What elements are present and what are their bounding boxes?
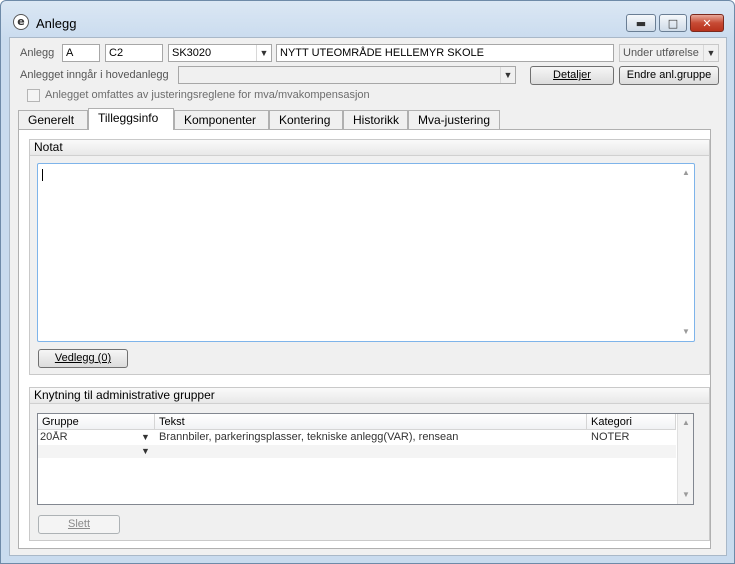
anlegg-field-a[interactable]: A [62,44,100,62]
minimize-icon: ▬ [635,17,647,30]
detaljer-button[interactable]: Detaljer [530,66,614,85]
chevron-down-icon[interactable]: ▼ [703,45,718,61]
slett-button-label: Slett [67,518,90,530]
scroll-up-icon[interactable]: ▲ [678,416,694,430]
justering-checkbox-label: Anlegget omfattes av justeringsreglene f… [45,89,370,101]
table-row[interactable]: 20ÅR ▼ Brannbiler, parkeringsplasser, te… [38,431,676,444]
client-area: Anlegg A C2 SK3020 ▼ NYTT UTEOMRÅDE HELL… [9,37,727,556]
notat-textarea[interactable]: ▲ ▼ [37,163,695,342]
vedlegg-button[interactable]: Vedlegg (0) [38,349,128,368]
scroll-down-icon[interactable]: ▼ [678,325,694,339]
cell-gruppe[interactable]: 20ÅR [38,431,138,444]
scroll-up-icon[interactable]: ▲ [678,166,694,180]
status-dropdown[interactable]: Under utførelse ▼ [619,44,719,62]
close-button[interactable]: ✕ [690,14,724,32]
notat-scrollbar[interactable]: ▲ ▼ [678,164,694,341]
endre-anlgruppe-button[interactable]: Endre anl.gruppe [619,66,719,85]
chevron-down-icon[interactable]: ▼ [500,67,515,83]
col-header-gruppe[interactable]: Gruppe [38,414,155,430]
vedlegg-button-label: Vedlegg (0) [54,352,112,364]
anlegg-window: e Anlegg ▬ □ ✕ Anlegg A C2 SK3020 ▼ NYTT… [0,0,735,564]
cell-kategori[interactable] [589,445,674,458]
maximize-icon: □ [667,17,679,30]
justering-checkbox[interactable] [27,89,40,102]
tab-komponenter[interactable]: Komponenter [174,110,269,129]
cell-kategori[interactable]: NOTER [589,431,674,444]
cell-tekst[interactable] [157,445,585,458]
window-title: Anlegg [36,16,77,31]
cell-gruppe[interactable] [38,445,138,458]
text-caret [42,169,43,181]
slett-button[interactable]: Slett [38,515,120,534]
cell-tekst[interactable]: Brannbiler, parkeringsplasser, tekniske … [157,431,585,444]
title-bar: e Anlegg ▬ □ ✕ [1,1,734,37]
detaljer-button-label: Detaljer [553,69,591,81]
tab-kontering[interactable]: Kontering [269,110,343,129]
anlegg-label: Anlegg [20,47,55,59]
grupper-group: Knytning til administrative grupper Grup… [29,387,710,541]
app-icon: e [13,14,29,30]
tab-mva-justering[interactable]: Mva-justering [408,110,500,129]
sk-dropdown[interactable]: SK3020 ▼ [168,44,272,62]
tab-historikk[interactable]: Historikk [343,110,408,129]
tilleggsinfo-page: Notat ▲ ▼ Vedlegg (0) Knytning til admin… [18,129,711,549]
chevron-down-icon[interactable]: ▼ [141,446,150,456]
anlegg-field-c2[interactable]: C2 [105,44,163,62]
anlegg-name-field[interactable]: NYTT UTEOMRÅDE HELLEMYR SKOLE [276,44,614,62]
tab-generelt[interactable]: Generelt [18,110,88,129]
chevron-down-icon[interactable]: ▼ [256,45,271,61]
grupper-grid: Gruppe Tekst Kategori 20ÅR ▼ Brannbiler,… [37,413,694,505]
tab-tilleggsinfo[interactable]: Tilleggsinfo [88,108,174,130]
hovedanlegg-dropdown[interactable]: ▼ [178,66,516,84]
hovedanlegg-label: Anlegget inngår i hovedanlegg [20,69,169,81]
col-header-tekst[interactable]: Tekst [155,414,587,430]
notat-heading: Notat [30,140,709,156]
notat-group: Notat ▲ ▼ Vedlegg (0) [29,139,710,375]
col-header-kategori[interactable]: Kategori [587,414,676,430]
chevron-down-icon[interactable]: ▼ [141,432,150,442]
table-row[interactable]: ▼ [38,445,676,458]
scroll-down-icon[interactable]: ▼ [678,488,694,502]
minimize-button[interactable]: ▬ [626,14,656,32]
sk-dropdown-value: SK3020 [172,47,212,59]
maximize-button[interactable]: □ [659,14,687,32]
close-icon: ✕ [702,17,712,30]
grupper-heading: Knytning til administrative grupper [30,388,709,404]
status-dropdown-value: Under utførelse [623,47,699,59]
grid-scrollbar[interactable]: ▲ ▼ [677,414,693,504]
